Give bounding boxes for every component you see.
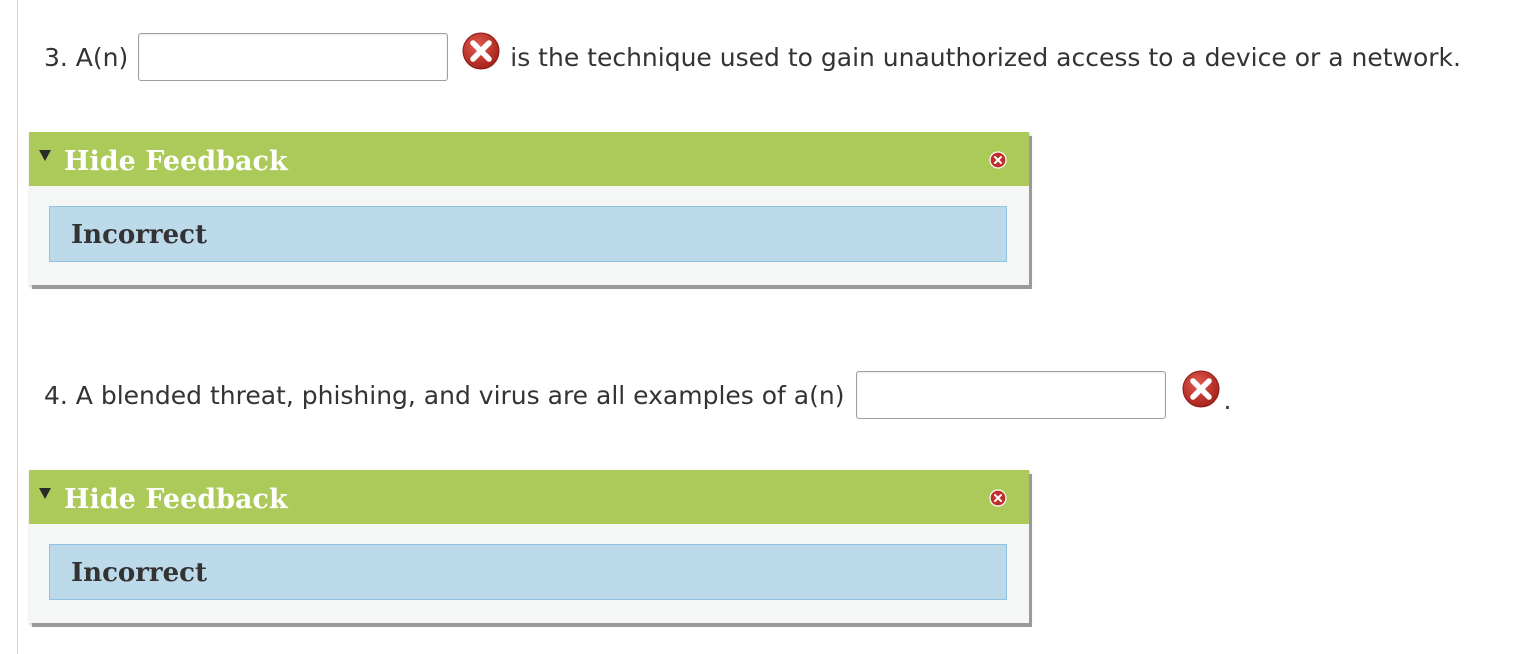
incorrect-x-icon (1182, 370, 1220, 408)
question-3-suffix: is the technique used to gain unauthoriz… (510, 42, 1461, 72)
feedback-panel-question-4: Hide Feedback Incorrect (29, 470, 1029, 623)
feedback-result-box: Incorrect (49, 206, 1007, 262)
incorrect-x-icon (462, 32, 500, 70)
hide-feedback-toggle[interactable]: Hide Feedback (64, 146, 288, 177)
question-4: 4. A blended threat, phishing, and virus… (44, 369, 1231, 421)
close-icon[interactable] (989, 151, 1007, 169)
feedback-result-text: Incorrect (71, 220, 208, 250)
question-3-prefix: 3. A(n) (44, 42, 129, 72)
question-3: 3. A(n) is the technique used to gain un… (44, 31, 1461, 83)
question-4-prefix: 4. A blended threat, phishing, and virus… (44, 380, 845, 410)
question-4-suffix: . (1223, 385, 1232, 415)
question-3-answer-input[interactable] (138, 33, 449, 81)
feedback-panel-question-3: Hide Feedback Incorrect (29, 132, 1029, 285)
feedback-result-box: Incorrect (49, 544, 1007, 600)
hide-feedback-toggle[interactable]: Hide Feedback (64, 484, 288, 515)
feedback-header[interactable]: Hide Feedback (29, 470, 1029, 524)
collapse-triangle-icon[interactable] (39, 488, 51, 499)
feedback-result-text: Incorrect (71, 558, 208, 588)
feedback-header[interactable]: Hide Feedback (29, 132, 1029, 186)
question-4-answer-input[interactable] (856, 371, 1167, 419)
collapse-triangle-icon[interactable] (39, 150, 51, 161)
close-icon[interactable] (989, 489, 1007, 507)
left-border-rule (17, 0, 18, 654)
